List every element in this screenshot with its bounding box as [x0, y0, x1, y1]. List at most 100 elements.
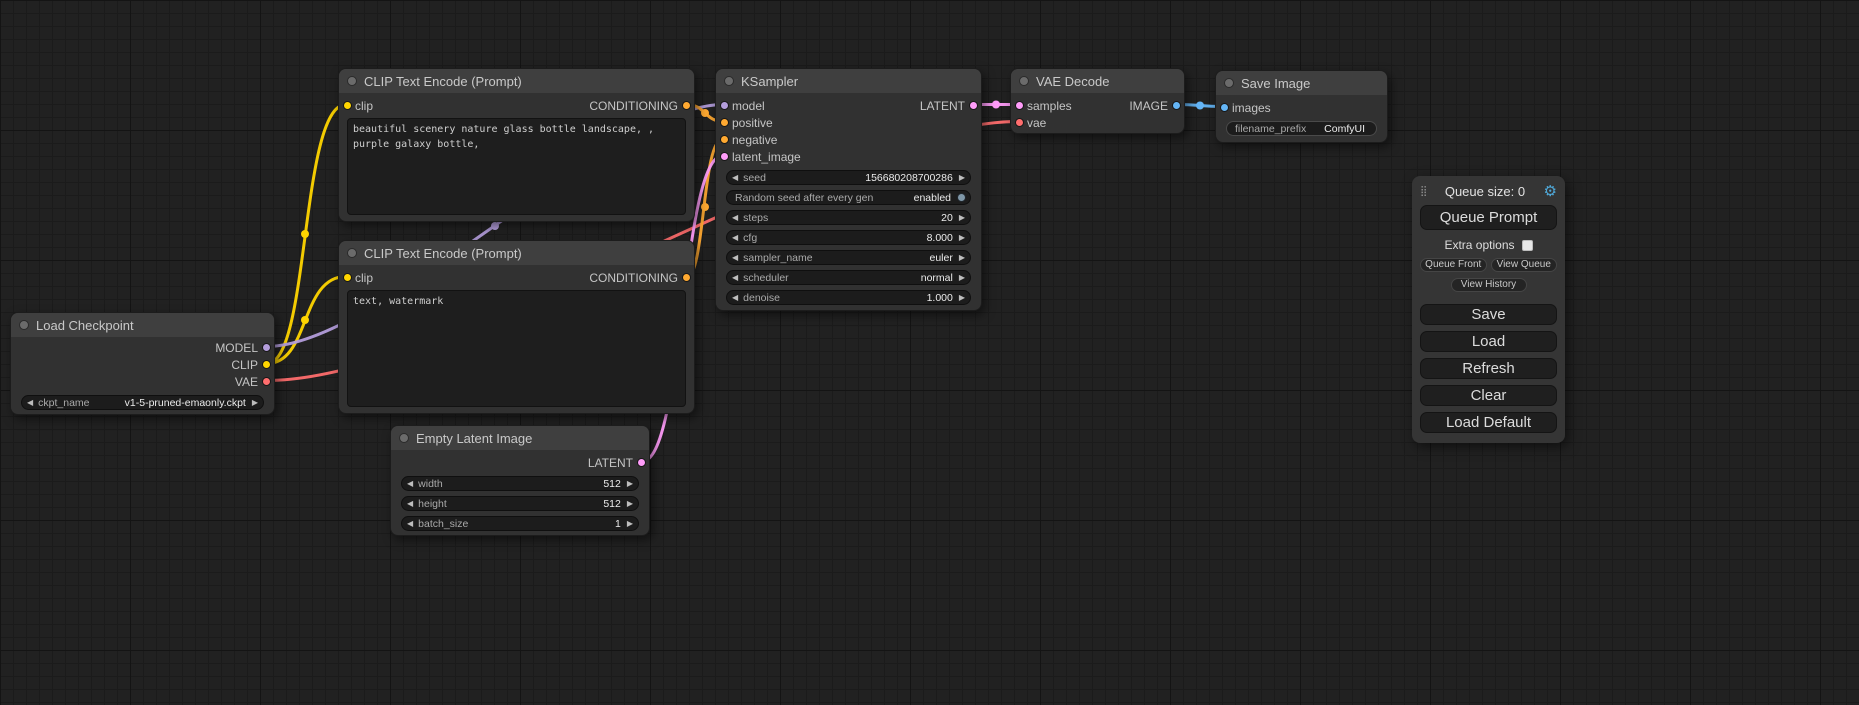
left-arrow-icon[interactable]: ◀	[732, 234, 738, 242]
ckpt-name-combo[interactable]: ◀ ckpt_name v1-5-pruned-emaonly.ckpt ▶	[21, 395, 264, 410]
node-load-checkpoint[interactable]: Load Checkpoint MODEL CLIP VAE ◀ ckpt_na…	[10, 312, 275, 415]
output-port-conditioning[interactable]	[682, 273, 691, 282]
output-port-image[interactable]	[1172, 101, 1181, 110]
right-arrow-icon[interactable]: ▶	[252, 399, 258, 407]
save-button[interactable]: Save	[1420, 304, 1557, 325]
seed-stepper[interactable]: ◀ seed 156680208700286 ▶	[726, 170, 971, 185]
denoise-stepper[interactable]: ◀ denoise 1.000 ▶	[726, 290, 971, 305]
input-port-negative[interactable]	[720, 135, 729, 144]
node-vae-decode[interactable]: VAE Decode samples IMAGE vae	[1010, 68, 1185, 134]
output-port-clip[interactable]	[262, 360, 271, 369]
output-port-model[interactable]	[262, 343, 271, 352]
width-stepper[interactable]: ◀ width 512 ▶	[401, 476, 639, 491]
wire-midpoint-dot	[1196, 102, 1204, 110]
input-port-model[interactable]	[720, 101, 729, 110]
input-port-clip[interactable]	[343, 273, 352, 282]
height-stepper[interactable]: ◀ height 512 ▶	[401, 496, 639, 511]
load-default-button[interactable]: Load Default	[1420, 412, 1557, 433]
input-label-latent-image: latent_image	[732, 150, 801, 164]
toggle-knob-icon[interactable]	[957, 193, 966, 202]
queue-prompt-button[interactable]: Queue Prompt	[1420, 205, 1557, 230]
collapse-dot-icon[interactable]	[347, 76, 357, 86]
right-arrow-icon[interactable]: ▶	[627, 520, 633, 528]
collapse-dot-icon[interactable]	[347, 248, 357, 258]
collapse-dot-icon[interactable]	[19, 320, 29, 330]
node-title: CLIP Text Encode (Prompt)	[364, 74, 522, 89]
input-label-positive: positive	[732, 116, 773, 130]
collapse-dot-icon[interactable]	[399, 433, 409, 443]
right-arrow-icon[interactable]: ▶	[959, 294, 965, 302]
left-arrow-icon[interactable]: ◀	[407, 520, 413, 528]
widget-label: Random seed after every gen	[735, 192, 873, 204]
widget-value: normal	[921, 272, 953, 284]
steps-stepper[interactable]: ◀ steps 20 ▶	[726, 210, 971, 225]
node-titlebar[interactable]: Load Checkpoint	[11, 313, 274, 337]
left-arrow-icon[interactable]: ◀	[732, 274, 738, 282]
input-port-vae[interactable]	[1015, 118, 1024, 127]
clear-button[interactable]: Clear	[1420, 385, 1557, 406]
right-arrow-icon[interactable]: ▶	[959, 234, 965, 242]
node-clip-text-encode-positive[interactable]: CLIP Text Encode (Prompt) clip CONDITION…	[338, 68, 695, 222]
node-clip-text-encode-negative[interactable]: CLIP Text Encode (Prompt) clip CONDITION…	[338, 240, 695, 414]
input-port-images[interactable]	[1220, 103, 1229, 112]
scheduler-combo[interactable]: ◀ scheduler normal ▶	[726, 270, 971, 285]
widget-label: ckpt_name	[38, 397, 89, 409]
queue-front-button[interactable]: Queue Front	[1420, 258, 1487, 272]
collapse-dot-icon[interactable]	[1019, 76, 1029, 86]
left-arrow-icon[interactable]: ◀	[407, 480, 413, 488]
sampler-name-combo[interactable]: ◀ sampler_name euler ▶	[726, 250, 971, 265]
filename-prefix-field[interactable]: filename_prefix ComfyUI	[1226, 121, 1377, 136]
collapse-dot-icon[interactable]	[724, 76, 734, 86]
node-ksampler[interactable]: KSampler model LATENT positive negative …	[715, 68, 982, 311]
output-port-latent[interactable]	[637, 458, 646, 467]
cfg-stepper[interactable]: ◀ cfg 8.000 ▶	[726, 230, 971, 245]
settings-gear-icon[interactable]: ⚙	[1544, 184, 1557, 199]
right-arrow-icon[interactable]: ▶	[959, 274, 965, 282]
right-arrow-icon[interactable]: ▶	[959, 214, 965, 222]
right-arrow-icon[interactable]: ▶	[959, 254, 965, 262]
output-port-vae[interactable]	[262, 377, 271, 386]
node-graph-canvas[interactable]: Load Checkpoint MODEL CLIP VAE ◀ ckpt_na…	[0, 0, 1859, 705]
left-arrow-icon[interactable]: ◀	[732, 214, 738, 222]
right-arrow-icon[interactable]: ▶	[959, 174, 965, 182]
node-titlebar[interactable]: Save Image	[1216, 71, 1387, 95]
left-arrow-icon[interactable]: ◀	[407, 500, 413, 508]
node-empty-latent-image[interactable]: Empty Latent Image LATENT ◀ width 512 ▶ …	[390, 425, 650, 536]
node-titlebar[interactable]: CLIP Text Encode (Prompt)	[339, 69, 694, 93]
node-titlebar[interactable]: VAE Decode	[1011, 69, 1184, 93]
output-label-conditioning: CONDITIONING	[589, 271, 678, 285]
left-arrow-icon[interactable]: ◀	[732, 174, 738, 182]
extra-options-checkbox[interactable]	[1522, 240, 1533, 251]
left-arrow-icon[interactable]: ◀	[732, 294, 738, 302]
widget-label: filename_prefix	[1235, 123, 1306, 135]
input-port-latent-image[interactable]	[720, 152, 729, 161]
input-port-samples[interactable]	[1015, 101, 1024, 110]
view-history-button[interactable]: View History	[1451, 278, 1527, 292]
wire-midpoint-dot	[992, 101, 1000, 109]
wire-midpoint-dot	[301, 316, 309, 324]
node-titlebar[interactable]: CLIP Text Encode (Prompt)	[339, 241, 694, 265]
right-arrow-icon[interactable]: ▶	[627, 480, 633, 488]
output-port-latent[interactable]	[969, 101, 978, 110]
node-titlebar[interactable]: KSampler	[716, 69, 981, 93]
input-port-positive[interactable]	[720, 118, 729, 127]
input-port-clip[interactable]	[343, 101, 352, 110]
left-arrow-icon[interactable]: ◀	[27, 399, 33, 407]
node-title: KSampler	[741, 74, 798, 89]
input-label-clip: clip	[355, 99, 373, 113]
wire-midpoint-dot	[491, 222, 499, 230]
prompt-textarea[interactable]: beautiful scenery nature glass bottle la…	[347, 118, 686, 215]
node-titlebar[interactable]: Empty Latent Image	[391, 426, 649, 450]
right-arrow-icon[interactable]: ▶	[627, 500, 633, 508]
left-arrow-icon[interactable]: ◀	[732, 254, 738, 262]
collapse-dot-icon[interactable]	[1224, 78, 1234, 88]
random-seed-toggle[interactable]: Random seed after every gen enabled	[726, 190, 971, 205]
node-save-image[interactable]: Save Image images filename_prefix ComfyU…	[1215, 70, 1388, 143]
load-button[interactable]: Load	[1420, 331, 1557, 352]
output-label-model: MODEL	[215, 341, 258, 355]
batch-size-stepper[interactable]: ◀ batch_size 1 ▶	[401, 516, 639, 531]
view-queue-button[interactable]: View Queue	[1491, 258, 1558, 272]
prompt-textarea[interactable]: text, watermark	[347, 290, 686, 407]
output-port-conditioning[interactable]	[682, 101, 691, 110]
refresh-button[interactable]: Refresh	[1420, 358, 1557, 379]
